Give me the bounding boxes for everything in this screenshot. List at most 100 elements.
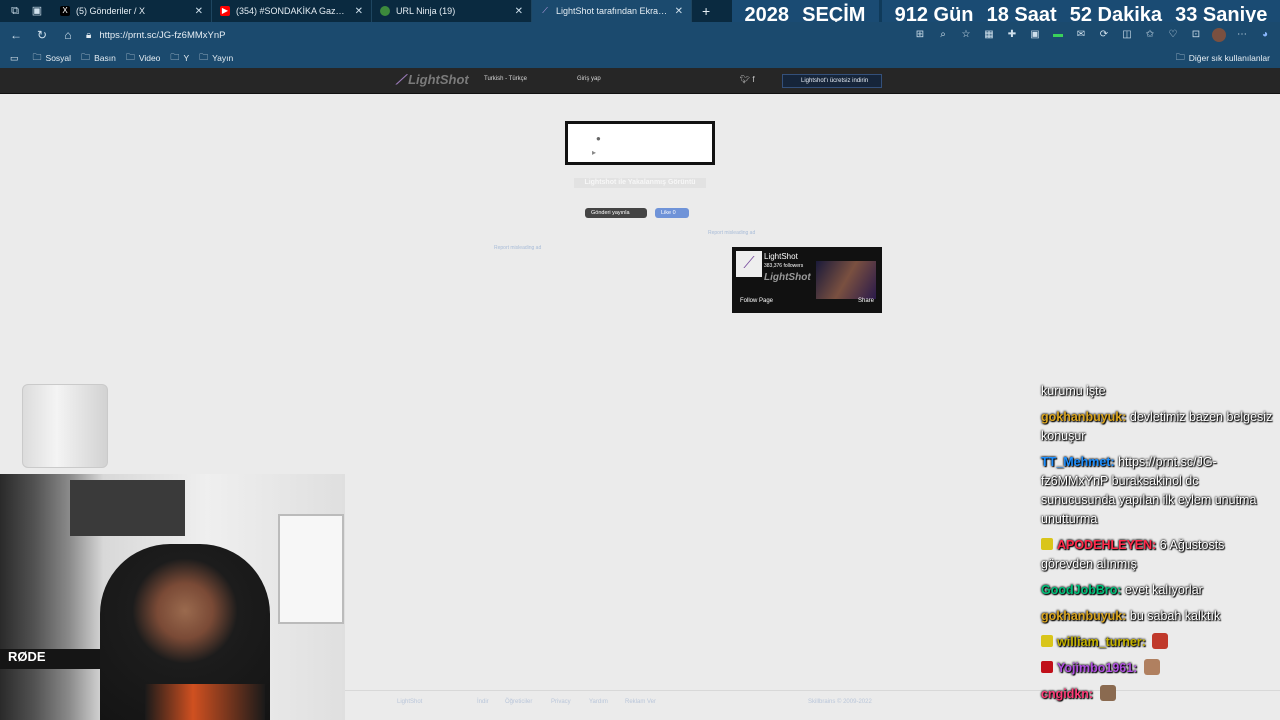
tweet-button[interactable]: Gönderi yayınla — [585, 208, 647, 218]
bookmark-folder[interactable]: 🗀︎ Y — [170, 50, 189, 66]
lightshot-feather-icon: ⟋ — [736, 251, 762, 277]
feather-icon: ⟋ — [396, 72, 406, 87]
chat-username[interactable]: cngidkn: — [1041, 687, 1093, 701]
chat-message: TT_Mehmet: https://prnt.sc/JG-fz6MMxYnP … — [1041, 453, 1273, 529]
footer-link-help[interactable]: Yardım — [589, 699, 608, 705]
address-bar-row: ← ↻ ⌂ 🔒︎ https://prnt.sc/JG-fz6MMxYnP ⊞ … — [0, 22, 1280, 48]
footer-logo[interactable]: LightShot — [397, 699, 422, 705]
screenshot-content: ▸ — [592, 148, 597, 157]
back-icon[interactable]: ← — [6, 28, 26, 42]
extension-icon[interactable]: ▦ — [982, 28, 996, 42]
favorite-star-icon[interactable]: ☆ — [959, 28, 973, 42]
tab-title: (354) #SONDAKİKA Gazetecilere — [236, 6, 349, 16]
other-favorites[interactable]: 🗀︎ Diğer sık kullanılanlar — [1176, 50, 1270, 66]
chat-message: gokhanbuyuk: devletimiz bazen belgesiz k… — [1041, 408, 1273, 446]
chat-message: cngidkn: — [1041, 685, 1273, 704]
bookmark-folder[interactable]: 🗀︎ Basın — [81, 50, 116, 66]
chat-username[interactable]: TT_Mehmet: — [1041, 455, 1115, 469]
webcam-overlay: RØDE — [0, 474, 345, 720]
footer-link-tutorials[interactable]: Öğreticiler — [505, 699, 532, 705]
download-button[interactable]: Lightshot'ı ücretsiz indirin — [782, 74, 882, 88]
chat-text — [1146, 635, 1149, 649]
lock-icon[interactable]: 🔒︎ — [86, 30, 91, 41]
copilot-icon[interactable]: ◕ — [1258, 28, 1272, 42]
chat-text: kurumu işte — [1041, 384, 1106, 398]
footer-link-privacy[interactable]: Privacy — [551, 699, 571, 705]
url-text[interactable]: https://prnt.sc/JG-fz6MMxYnP — [99, 30, 225, 41]
extension-icon[interactable]: ▬ — [1051, 28, 1065, 42]
chat-message: APODEHLEYEN: 6 Ağustosts görevden alınmı… — [1041, 536, 1273, 574]
microphone: RØDE — [0, 649, 100, 669]
chat-text — [1137, 661, 1140, 675]
workspaces-icon[interactable]: ⧉ — [8, 4, 22, 18]
footer-link-advertise[interactable]: Reklam Ver — [625, 699, 656, 705]
tab-title: LightShot tarafından Ekran Görün — [556, 6, 669, 16]
tab-youtube[interactable]: ▶ (354) #SONDAKİKA Gazetecilere ✕ — [212, 0, 372, 22]
chat-username[interactable]: GoodJobBro: — [1041, 583, 1122, 597]
chat-username[interactable]: gokhanbuyuk: — [1041, 609, 1126, 623]
lightshot-logo[interactable]: ⟋ LightShot — [396, 72, 469, 88]
wall-photos — [70, 480, 185, 536]
split-screen-icon[interactable]: ◫ — [1120, 28, 1134, 42]
extension-icon[interactable]: ⟳ — [1097, 28, 1111, 42]
new-tab-icon[interactable]: + — [702, 3, 716, 19]
close-tab-icon[interactable]: ✕ — [355, 6, 363, 17]
facebook-like-button[interactable]: Like 0 — [655, 208, 689, 218]
zoom-icon[interactable]: ⌕ — [936, 28, 950, 42]
chat-emote-icon — [1143, 659, 1160, 675]
bookmarks-toggle-icon[interactable]: ▭ — [10, 53, 23, 64]
bookmark-label: Yayın — [212, 53, 234, 63]
fb-share-button[interactable]: Share — [858, 298, 874, 304]
report-ad-link[interactable]: Report misleading ad — [494, 245, 541, 251]
bookmarks-bar: ▭ 🗀︎ Sosyal 🗀︎ Basın 🗀︎ Video 🗀︎ Y 🗀︎ Yayın 🗀… — [0, 48, 1280, 68]
bookmark-folder[interactable]: 🗀︎ Yayın — [199, 50, 233, 66]
facebook-icon[interactable]: f — [752, 75, 754, 84]
app-available-icon[interactable]: ⊞ — [913, 28, 927, 42]
chat-username[interactable]: APODEHLEYEN: — [1057, 538, 1156, 552]
bookmark-folder[interactable]: 🗀︎ Video — [126, 50, 161, 66]
profile-avatar[interactable] — [1212, 28, 1226, 42]
more-menu-icon[interactable]: ⋯ — [1235, 28, 1249, 42]
report-ad-link[interactable]: Report misleading ad — [708, 230, 755, 236]
folder-icon: 🗀︎ — [199, 52, 209, 62]
fb-follow-button[interactable]: Follow Page — [740, 298, 773, 304]
fb-page-name[interactable]: LightShot — [764, 252, 798, 261]
login-link[interactable]: Giriş yap — [577, 76, 601, 82]
tab-lightshot[interactable]: ⟋ LightShot tarafından Ekran Görün ✕ — [532, 0, 692, 22]
chat-username[interactable]: gokhanbuyuk: — [1041, 410, 1126, 424]
social-links: 🐦︎ f — [740, 75, 755, 84]
extension-icon[interactable]: ✚ — [1005, 28, 1019, 42]
close-tab-icon[interactable]: ✕ — [195, 6, 203, 17]
tab-x[interactable]: X (5) Gönderiler / X ✕ — [52, 0, 212, 22]
tab-url-ninja[interactable]: URL Ninja (19) ✕ — [372, 0, 532, 22]
facebook-page-widget[interactable]: ⟋ LightShot 383,376 followers LightShot … — [732, 247, 882, 313]
tab-title: (5) Gönderiler / X — [76, 6, 146, 16]
chat-username[interactable]: william_turner: — [1057, 635, 1146, 649]
chat-message: GoodJobBro: evet kalıyorlar — [1041, 581, 1273, 600]
bookmark-label: Video — [138, 53, 161, 63]
footer-link-download[interactable]: İndir — [477, 699, 489, 705]
bookmark-label: Basın — [94, 53, 116, 63]
chat-badge-icon — [1041, 538, 1053, 550]
tab-actions-icon[interactable]: ▣ — [30, 4, 44, 18]
chat-text: bu sabah kalktık — [1126, 609, 1221, 623]
extension-icon[interactable]: ▣ — [1028, 28, 1042, 42]
chat-username[interactable]: Yojimbo1961: — [1057, 661, 1137, 675]
browser-essentials-icon[interactable]: ⊡ — [1189, 28, 1203, 42]
url-bar[interactable]: 🔒︎ https://prnt.sc/JG-fz6MMxYnP — [86, 25, 876, 45]
screenshot-image[interactable]: ● ▸ — [565, 121, 715, 165]
extension-icon[interactable]: ✉ — [1074, 28, 1088, 42]
folder-icon: 🗀︎ — [81, 52, 91, 62]
home-icon[interactable]: ⌂ — [58, 28, 78, 42]
bookmark-folder[interactable]: 🗀︎ Sosyal — [33, 50, 72, 66]
logo-text: LightShot — [408, 72, 469, 87]
favorites-icon[interactable]: ✩ — [1143, 28, 1157, 42]
collections-icon[interactable]: ♡ — [1166, 28, 1180, 42]
close-tab-icon[interactable]: ✕ — [515, 6, 523, 17]
close-tab-icon[interactable]: ✕ — [675, 6, 683, 17]
language-select[interactable]: Turkish - Türkçe — [484, 76, 527, 82]
twitter-icon[interactable]: 🐦︎ — [740, 75, 750, 84]
ninja-icon — [380, 6, 390, 16]
footer-copyright[interactable]: Skillbrains © 2009-2022 — [808, 699, 872, 705]
refresh-icon[interactable]: ↻ — [32, 28, 52, 42]
